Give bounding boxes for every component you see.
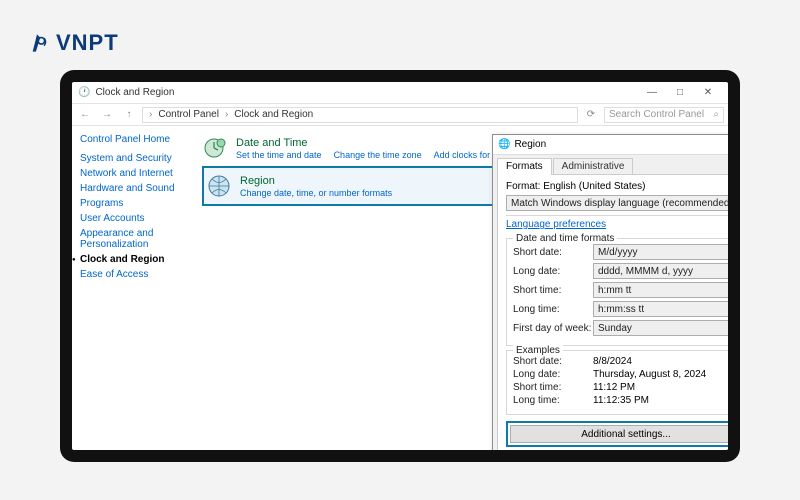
group-examples: Examples Short date:8/8/2024 Long date:T… bbox=[506, 350, 728, 415]
close-button[interactable]: ✕ bbox=[694, 83, 722, 103]
link-change-tz[interactable]: Change the time zone bbox=[334, 150, 422, 160]
long-date-select[interactable]: dddd, MMMM d, yyyy▾ bbox=[593, 263, 728, 279]
globe-small-icon: 🌐 bbox=[498, 139, 510, 150]
format-select[interactable]: Match Windows display language (recommen… bbox=[506, 195, 728, 211]
first-day-select[interactable]: Sunday▾ bbox=[593, 320, 728, 336]
clock-icon: 🕐 bbox=[78, 87, 90, 98]
link-change-formats[interactable]: Change date, time, or number formats bbox=[240, 188, 392, 198]
tab-formats[interactable]: Formats bbox=[497, 158, 552, 175]
short-date-select[interactable]: M/d/yyyy▾ bbox=[593, 244, 728, 260]
ex-long-time-label: Long time: bbox=[513, 395, 593, 406]
group-date-time-formats: Date and time formats Short date:M/d/yyy… bbox=[506, 238, 728, 346]
breadcrumb[interactable]: › Control Panel › Clock and Region bbox=[142, 107, 578, 123]
format-label: Format: English (United States) bbox=[506, 181, 728, 192]
brand-logo-icon bbox=[24, 30, 50, 56]
window-title: Clock and Region bbox=[95, 87, 174, 98]
sidebar-item-clock-region[interactable]: Clock and Region bbox=[80, 254, 184, 265]
additional-settings-highlight: Additional settings... bbox=[506, 421, 728, 447]
language-preferences-link[interactable]: Language preferences bbox=[506, 219, 606, 230]
additional-settings-button[interactable]: Additional settings... bbox=[510, 425, 728, 443]
forward-button[interactable]: → bbox=[98, 106, 116, 124]
sidebar-item-ease[interactable]: Ease of Access bbox=[80, 269, 184, 280]
sidebar-item-network[interactable]: Network and Internet bbox=[80, 168, 184, 179]
ex-short-time-label: Short time: bbox=[513, 382, 593, 393]
long-time-label: Long time: bbox=[513, 304, 593, 315]
address-bar-row: ← → ↑ › Control Panel › Clock and Region… bbox=[72, 104, 728, 126]
short-time-label: Short time: bbox=[513, 285, 593, 296]
brand-name: VNPT bbox=[56, 30, 119, 56]
link-set-time[interactable]: Set the time and date bbox=[236, 150, 322, 160]
long-time-select[interactable]: h:mm:ss tt▾ bbox=[593, 301, 728, 317]
ex-long-date-value: Thursday, August 8, 2024 bbox=[593, 369, 706, 380]
short-date-label: Short date: bbox=[513, 247, 593, 258]
dialog-title: Region bbox=[514, 139, 546, 150]
ex-long-date-label: Long date: bbox=[513, 369, 593, 380]
region-dialog: 🌐Region ✕ Formats Administrative Format:… bbox=[492, 134, 728, 450]
long-date-label: Long date: bbox=[513, 266, 593, 277]
up-button[interactable]: ↑ bbox=[120, 106, 138, 124]
first-day-label: First day of week: bbox=[513, 323, 593, 334]
sidebar-item-system[interactable]: System and Security bbox=[80, 153, 184, 164]
ex-short-date-value: 8/8/2024 bbox=[593, 356, 632, 367]
group-examples-label: Examples bbox=[513, 345, 563, 356]
window-titlebar: 🕐 Clock and Region ― □ ✕ bbox=[72, 82, 728, 104]
sidebar-home[interactable]: Control Panel Home bbox=[80, 134, 184, 145]
breadcrumb-root[interactable]: Control Panel bbox=[158, 109, 219, 120]
ex-long-time-value: 11:12:35 PM bbox=[593, 395, 649, 406]
main-pane: Date and Time Set the time and date Chan… bbox=[192, 126, 728, 450]
sidebar: Control Panel Home System and Security N… bbox=[72, 126, 192, 450]
breadcrumb-leaf[interactable]: Clock and Region bbox=[234, 109, 313, 120]
format-select-value: Match Windows display language (recommen… bbox=[511, 198, 728, 209]
search-input[interactable]: Search Control Panel ⌕ bbox=[604, 107, 724, 123]
short-time-select[interactable]: h:mm tt▾ bbox=[593, 282, 728, 298]
tab-administrative[interactable]: Administrative bbox=[553, 158, 634, 175]
sidebar-item-hardware[interactable]: Hardware and Sound bbox=[80, 183, 184, 194]
brand-logo: VNPT bbox=[24, 30, 119, 56]
group-formats-label: Date and time formats bbox=[513, 233, 617, 244]
sidebar-item-appearance[interactable]: Appearance and Personalization bbox=[80, 228, 184, 250]
globe-icon bbox=[206, 173, 232, 199]
maximize-button[interactable]: □ bbox=[666, 83, 694, 103]
device-frame: 🕐 Clock and Region ― □ ✕ ← → ↑ › Control… bbox=[60, 70, 740, 462]
back-button[interactable]: ← bbox=[76, 106, 94, 124]
sidebar-item-programs[interactable]: Programs bbox=[80, 198, 184, 209]
refresh-button[interactable]: ⟳ bbox=[582, 106, 600, 124]
minimize-button[interactable]: ― bbox=[638, 83, 666, 103]
search-icon: ⌕ bbox=[713, 109, 719, 120]
clock-large-icon bbox=[202, 135, 228, 161]
search-placeholder: Search Control Panel bbox=[609, 109, 710, 120]
sidebar-item-users[interactable]: User Accounts bbox=[80, 213, 184, 224]
ex-short-time-value: 11:12 PM bbox=[593, 382, 635, 393]
ex-short-date-label: Short date: bbox=[513, 356, 593, 367]
category-region-title[interactable]: Region bbox=[240, 175, 392, 187]
